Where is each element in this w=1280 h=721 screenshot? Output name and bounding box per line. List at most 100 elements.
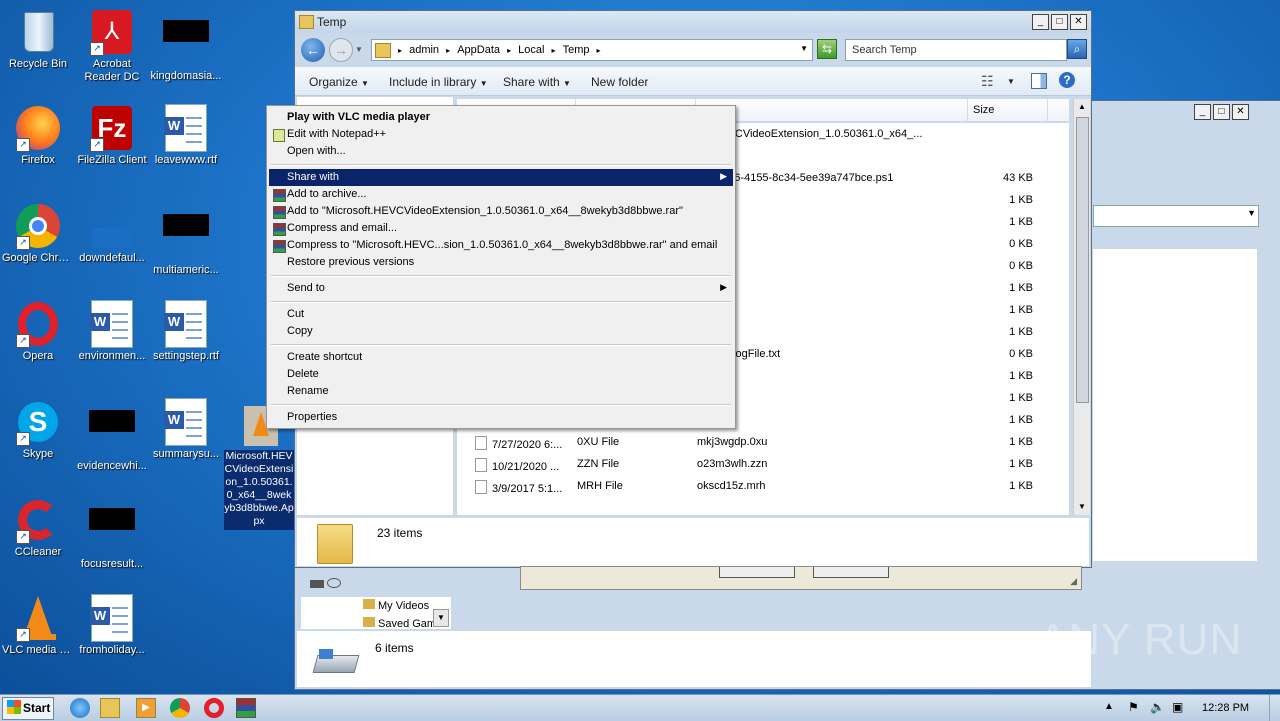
desktop-icon-kingdomasia[interactable]: kingdomasia... [148, 8, 224, 83]
desktop-icon-fromholiday[interactable]: W fromholiday... [74, 594, 150, 657]
file-row[interactable]: 7/27/2020 6:... 0XU File mkj3wgdp.0xu 1 KB [457, 431, 1069, 453]
word-doc-icon: W [162, 300, 210, 348]
file-size: 1 KB [1009, 304, 1033, 316]
desktop-icon-environment[interactable]: W environmen... [74, 300, 150, 363]
chrome-taskbar-icon[interactable] [170, 698, 190, 718]
window-title: Temp [317, 15, 347, 29]
desktop-icon-chrome[interactable]: ↗ Google Chrome [0, 202, 76, 265]
desktop-icon-skype[interactable]: S ↗ Skype [0, 398, 76, 461]
organize-button[interactable]: Organize ▼ [309, 75, 369, 89]
view-options-icon[interactable]: ☷ [981, 73, 994, 90]
desktop-icon-focusresult[interactable]: focusresult... [74, 496, 150, 571]
clock[interactable]: 12:28 PM [1202, 702, 1249, 714]
breadcrumb-local[interactable]: Local [518, 44, 544, 56]
desktop-icon-evidence[interactable]: evidencewhi... [74, 398, 150, 473]
address-history-chevron-icon[interactable]: ▼ [800, 44, 808, 53]
address-field[interactable]: ▸ admin ▸ AppData ▸ Local ▸ Temp ▸ ▼ [371, 39, 813, 61]
desktop-icon-downdefault[interactable]: downdefaul... [74, 202, 150, 265]
desktop-icon-firefox[interactable]: ↗ Firefox [0, 104, 76, 167]
desktop-icon-filezilla[interactable]: Fz ↗ FileZilla Client [74, 104, 150, 167]
file-row[interactable]: 3/9/2017 5:1... MRH File okscd15z.mrh 1 KB [457, 475, 1069, 497]
menu-item-delete[interactable]: Delete [269, 366, 733, 383]
menu-item-copy[interactable]: Copy [269, 323, 733, 340]
winrar-taskbar-icon[interactable] [236, 698, 256, 718]
flag-icon[interactable]: ⚑ [1128, 700, 1139, 714]
dialog-cancel-button[interactable] [813, 567, 889, 578]
title-bar[interactable]: Temp _ □ ✕ [295, 11, 1091, 33]
volume-icon[interactable]: 🔈 [1150, 700, 1165, 714]
menu-item-share-with[interactable]: Share with ▶ [269, 169, 733, 186]
view-chevron-down-icon[interactable]: ▼ [1007, 77, 1015, 86]
share-with-button[interactable]: Share with ▼ [503, 75, 571, 89]
back-arrow-icon[interactable]: ← [301, 38, 325, 62]
desktop-icon-settingstep[interactable]: W settingstep.rtf [148, 300, 224, 363]
opera-taskbar-icon[interactable] [204, 698, 224, 718]
search-input[interactable]: Search Temp [845, 39, 1067, 61]
minimize-icon[interactable]: _ [1032, 14, 1049, 30]
show-desktop-button[interactable] [1269, 695, 1280, 721]
scroll-down-icon[interactable]: ▼ [1074, 499, 1090, 515]
dialog-ok-button[interactable] [719, 567, 795, 578]
menu-item-cut[interactable]: Cut [269, 306, 733, 323]
menu-item-compress-rar-email[interactable]: Compress to "Microsoft.HEVC...sion_1.0.5… [269, 237, 733, 254]
menu-item-add-archive[interactable]: Add to archive... [269, 186, 733, 203]
desktop-icon-acrobat[interactable]: ⅄ ↗ Acrobat Reader DC [74, 8, 150, 84]
menu-item-rename[interactable]: Rename [269, 383, 733, 400]
desktop-icon-summary[interactable]: W summarysu... [148, 398, 224, 461]
help-icon[interactable]: ? [1059, 72, 1075, 88]
desktop-icon-leavewww[interactable]: W leavewww.rtf [148, 104, 224, 167]
tree-item-my-videos[interactable]: My Videos [363, 599, 429, 612]
close-icon[interactable]: ✕ [1232, 104, 1249, 120]
background-dropdown[interactable]: ▼ [1093, 205, 1259, 227]
menu-item-create-shortcut[interactable]: Create shortcut [269, 349, 733, 366]
size-column-header[interactable]: Size [973, 104, 994, 116]
resize-grip-icon[interactable]: ◢ [1070, 576, 1077, 587]
maximize-icon[interactable]: □ [1051, 14, 1068, 30]
desktop-icon-vlc[interactable]: ↗ VLC media player [0, 594, 76, 657]
breadcrumb-temp[interactable]: Temp [563, 44, 590, 56]
media-player-icon[interactable]: ▶ [136, 698, 156, 718]
new-folder-button[interactable]: New folder [591, 75, 648, 89]
close-icon[interactable]: ✕ [1070, 14, 1087, 30]
menu-item-add-to-rar[interactable]: Add to "Microsoft.HEVCVideoExtension_1.0… [269, 203, 733, 220]
menu-item-play-vlc[interactable]: Play with VLC media player [269, 109, 733, 126]
show-hidden-icons-icon[interactable]: ▲ [1104, 701, 1114, 712]
redacted-file-icon [88, 508, 136, 556]
computer-status-icon [310, 580, 324, 588]
desktop-icon-ccleaner[interactable]: ↗ CCleaner [0, 496, 76, 559]
search-icon[interactable]: ⌕ [1067, 39, 1087, 59]
desktop-icon-multiamerica[interactable]: multiameric... [148, 202, 224, 277]
explorer-taskbar-icon[interactable] [100, 698, 120, 718]
recent-pages-chevron-icon[interactable]: ▼ [355, 45, 363, 54]
vertical-scrollbar[interactable]: ▲ ▼ [1073, 99, 1090, 515]
internet-explorer-icon[interactable] [70, 698, 90, 718]
menu-item-open-with[interactable]: Open with... [269, 143, 733, 160]
context-menu[interactable]: Play with VLC media player Edit with Not… [266, 105, 736, 429]
network-status-icon [327, 578, 342, 588]
menu-item-send-to[interactable]: Send to ▶ [269, 280, 733, 297]
desktop-icon-opera[interactable]: ↗ Opera [0, 300, 76, 363]
menu-item-restore-versions[interactable]: Restore previous versions [269, 254, 733, 271]
file-row[interactable]: 10/21/2020 ... ZZN File o23m3wlh.zzn 1 KB [457, 453, 1069, 475]
minimize-icon[interactable]: _ [1194, 104, 1211, 120]
menu-item-properties[interactable]: Properties [269, 409, 733, 426]
menu-item-compress-email[interactable]: Compress and email... [269, 220, 733, 237]
refresh-icon[interactable]: ⇆ [817, 39, 837, 59]
word-doc-icon: W [162, 398, 210, 446]
preview-pane-icon[interactable] [1031, 73, 1047, 89]
folder-icon [299, 15, 314, 29]
network-icon[interactable]: ▣ [1172, 700, 1183, 714]
file-type: MRH File [577, 480, 623, 492]
include-in-library-button[interactable]: Include in library ▼ [389, 75, 488, 89]
menu-item-notepad[interactable]: Edit with Notepad++ [269, 126, 733, 143]
start-button[interactable]: Start [2, 697, 54, 720]
breadcrumb-appdata[interactable]: AppData [457, 44, 500, 56]
desktop-icon-recycle-bin[interactable]: Recycle Bin [0, 8, 76, 71]
forward-arrow-icon[interactable]: → [329, 38, 353, 62]
breadcrumb-admin[interactable]: admin [409, 44, 439, 56]
scroll-up-icon[interactable]: ▲ [1074, 99, 1090, 115]
winrar-icon [273, 240, 286, 253]
scroll-down-button[interactable]: ▼ [433, 609, 449, 627]
scroll-thumb[interactable] [1076, 117, 1089, 403]
maximize-icon[interactable]: □ [1213, 104, 1230, 120]
